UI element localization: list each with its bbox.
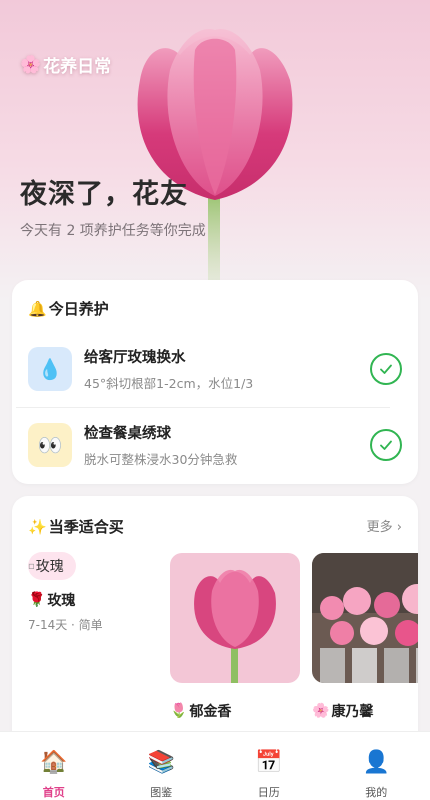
app-brand: 🌸 花养日常: [20, 52, 112, 78]
eyes-icon: 👀: [28, 423, 72, 467]
broken-image-icon: ▫: [28, 560, 35, 572]
seasonal-title-label: 当季适合买: [48, 518, 124, 536]
tab-calendar[interactable]: 📅 日历: [215, 732, 323, 800]
task-name: 给客厅玫瑰换水: [84, 350, 186, 366]
broken-image-placeholder[interactable]: ▫ 玫瑰: [28, 552, 76, 580]
tab-label: 首页: [42, 786, 65, 799]
task-complete-check-button[interactable]: [370, 429, 402, 461]
flower-shop-image: [312, 553, 418, 683]
water-drop-icon: 💧: [28, 347, 72, 391]
check-icon: [380, 440, 392, 450]
task-complete-check-button[interactable]: [370, 353, 402, 385]
tab-home[interactable]: 🏠 首页: [0, 732, 108, 800]
tulip-hero-image: [137, 29, 293, 290]
flower-name: 康乃馨: [331, 704, 374, 720]
tab-label: 日历: [257, 786, 280, 799]
flower-name: 郁金香: [189, 704, 232, 720]
seasonal-title: ✨ 当季适合买: [28, 516, 124, 537]
calendar-icon: 📅: [255, 750, 283, 775]
care-task-item[interactable]: 💧 给客厅玫瑰换水 45°斜切根部1-2cm，水位1/3: [28, 344, 402, 394]
flower-card-carnation[interactable]: 🌸 康乃馨: [312, 701, 373, 721]
tab-label: 我的: [365, 786, 388, 799]
rose-icon: 🌹: [28, 592, 46, 608]
house-icon: 🏠: [40, 750, 68, 775]
carnation-thumbnail[interactable]: [312, 553, 418, 683]
today-care-title-label: 今日养护: [48, 300, 109, 318]
flower-name: 玫瑰: [47, 593, 76, 609]
flower-card-tulip[interactable]: 🌷 郁金香: [170, 701, 231, 721]
today-care-title: 🔔 今日养护: [28, 298, 109, 319]
task-desc: 45°斜切根部1-2cm，水位1/3: [84, 376, 254, 391]
today-care-card: 🔔 今日养护 💧 给客厅玫瑰换水 45°斜切根部1-2cm，水位1/3 👀 检查…: [12, 280, 418, 484]
task-divider: [16, 407, 390, 408]
care-task-item[interactable]: 👀 检查餐桌绣球 脱水可整株浸水30分钟急救: [28, 420, 402, 470]
flower-card-rose[interactable]: 🌹 玫瑰 7-14天 · 简单: [28, 590, 103, 633]
user-icon: 👤: [362, 750, 390, 775]
flower-meta: 7-14天 · 简单: [28, 618, 103, 632]
bell-icon: 🔔: [28, 299, 47, 318]
tulip-image: [170, 553, 300, 683]
tab-label: 图鉴: [150, 786, 173, 799]
task-desc: 脱水可整株浸水30分钟急救: [84, 452, 238, 467]
bottom-tab-bar: 🏠 首页 📚 图鉴 📅 日历 👤 我的: [0, 731, 430, 800]
app-title: 花养日常: [43, 57, 112, 77]
greeting-subtitle: 今天有 2 项养护任务等你完成: [20, 223, 206, 239]
greeting-title: 夜深了，花友: [20, 179, 188, 210]
image-alt-text: 玫瑰: [35, 559, 64, 575]
more-link[interactable]: 更多 ›: [367, 516, 402, 535]
books-icon: 📚: [147, 750, 175, 775]
sparkles-icon: ✨: [28, 517, 47, 536]
tulip-thumbnail[interactable]: [170, 553, 300, 683]
tulip-icon: 🌷: [170, 703, 188, 719]
hero-banner: 🌸 花养日常 夜深了，花友 今天有 2 项养护任务等你完成: [0, 0, 430, 300]
tab-profile[interactable]: 👤 我的: [323, 732, 430, 800]
tab-guide[interactable]: 📚 图鉴: [108, 732, 216, 800]
check-icon: [380, 364, 392, 374]
blossom-icon: 🌸: [312, 703, 330, 719]
task-name: 检查餐桌绣球: [84, 426, 171, 442]
flower-logo-icon: 🌸: [20, 54, 42, 75]
